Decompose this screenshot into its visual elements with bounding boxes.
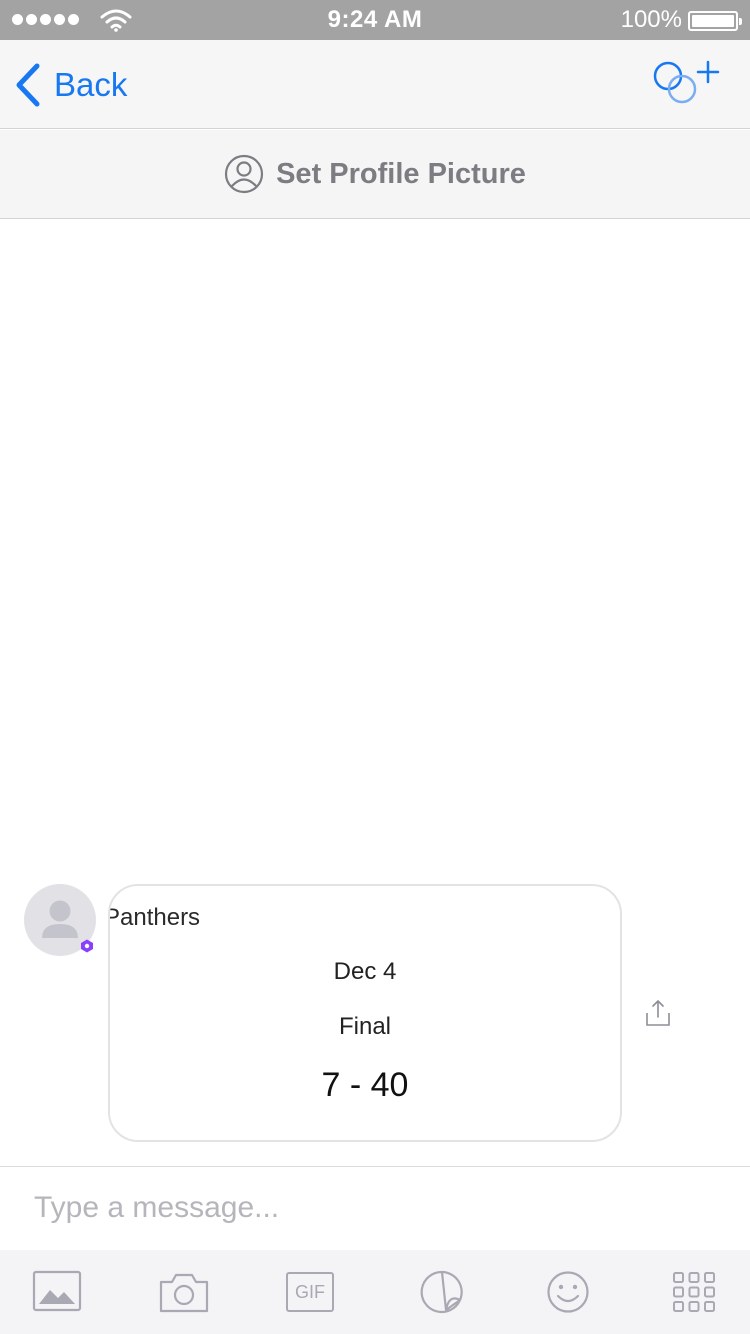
share-icon[interactable]	[644, 998, 672, 1028]
apps-grid-icon[interactable]	[668, 1270, 720, 1314]
attachment-toolbar: GIF	[0, 1250, 750, 1334]
battery-percent: 100%	[620, 6, 682, 33]
emoji-icon[interactable]	[542, 1270, 594, 1314]
chevron-left-icon	[16, 63, 40, 107]
back-button[interactable]: Back	[14, 60, 127, 110]
sticker-icon[interactable]	[416, 1270, 468, 1314]
avatar[interactable]	[24, 884, 96, 956]
message-composer	[0, 1166, 750, 1250]
gif-label: GIF	[295, 1281, 325, 1302]
game-date: Dec 4	[333, 958, 397, 985]
score-card[interactable]: Panthers Dec 4 Final 7 - 40	[108, 884, 622, 1142]
gif-icon[interactable]: GIF	[286, 1272, 334, 1312]
photo-icon[interactable]	[32, 1270, 84, 1314]
set-profile-picture-button[interactable]: Set Profile Picture	[0, 130, 750, 219]
game-status: Final	[338, 1013, 392, 1040]
team-name: Panthers	[108, 904, 201, 931]
message-input[interactable]	[34, 1181, 724, 1235]
profile-banner-label: Set Profile Picture	[276, 157, 526, 190]
nav-bar: Back	[0, 40, 750, 129]
add-people-icon[interactable]	[652, 58, 724, 110]
game-score: 7 - 40	[321, 1066, 409, 1104]
hexagon-badge-icon	[81, 939, 93, 953]
battery-icon	[688, 11, 742, 31]
back-label: Back	[54, 66, 128, 103]
status-bar: 9:24 AM 100%	[0, 0, 750, 40]
camera-icon[interactable]	[158, 1270, 210, 1314]
person-outline-icon	[224, 154, 264, 194]
